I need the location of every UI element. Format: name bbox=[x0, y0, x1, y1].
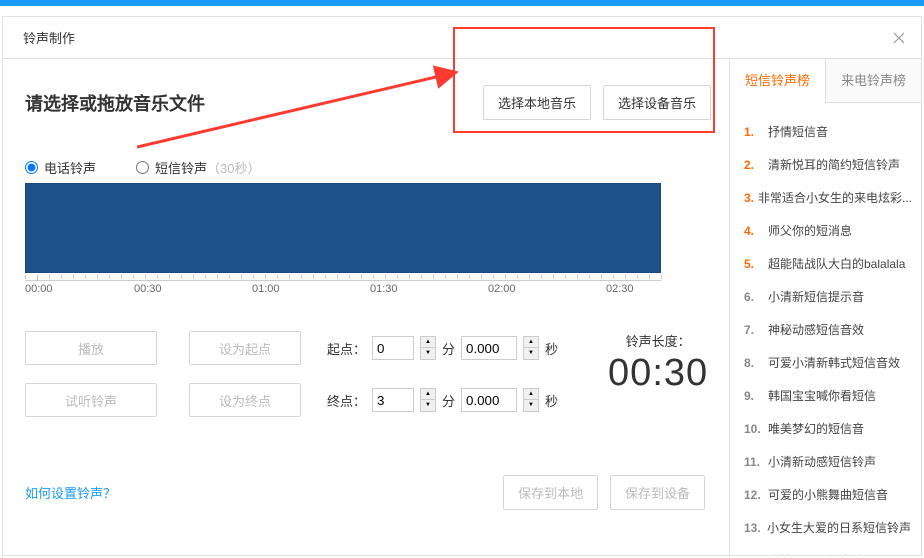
start-sec-stepper[interactable]: ▲▼ bbox=[523, 336, 539, 360]
rank-item-label: 小清新短信提示音 bbox=[768, 288, 864, 305]
rank-item[interactable]: 11. 小清新动感短信铃声 bbox=[744, 445, 911, 478]
set-start-button[interactable]: 设为起点 bbox=[189, 331, 301, 365]
waveform-area[interactable] bbox=[25, 183, 661, 273]
sms-ringtone-label: 短信铃声（30秒） bbox=[155, 158, 260, 177]
rank-number: 8. bbox=[744, 356, 764, 370]
rank-number: 4. bbox=[744, 224, 764, 238]
rank-item-label: 清新悦耳的简约短信铃声 bbox=[768, 156, 900, 173]
start-label: 起点： bbox=[327, 339, 366, 358]
ring-length-label: 铃声长度： bbox=[626, 331, 691, 350]
rank-item-label: 超能陆战队大白的balalala bbox=[768, 255, 905, 272]
ring-length-value: 00:30 bbox=[608, 352, 708, 395]
rank-number: 3. bbox=[744, 191, 754, 205]
tab-call-rank[interactable]: 来电铃声榜 bbox=[825, 59, 921, 103]
chevron-down-icon[interactable]: ▼ bbox=[524, 400, 538, 411]
chevron-down-icon[interactable]: ▼ bbox=[421, 348, 435, 359]
rank-number: 5. bbox=[744, 257, 764, 271]
rank-item-label: 可爱的小熊舞曲短信音 bbox=[768, 486, 888, 503]
rank-item-label: 神秘动感短信音效 bbox=[768, 321, 864, 338]
rank-number: 2. bbox=[744, 158, 764, 172]
rank-item[interactable]: 10. 唯美梦幻的短信音 bbox=[744, 412, 911, 445]
rank-item[interactable]: 1. 抒情短信音 bbox=[744, 115, 911, 148]
rank-number: 14. bbox=[744, 554, 764, 555]
chevron-up-icon[interactable]: ▲ bbox=[421, 389, 435, 400]
preview-button[interactable]: 试听铃声 bbox=[25, 383, 157, 417]
rank-item[interactable]: 6. 小清新短信提示音 bbox=[744, 280, 911, 313]
rank-item-label: 唯美梦幻的短信音 bbox=[768, 420, 864, 437]
rank-item-label: 小女生大爱的日系短信铃声 bbox=[767, 519, 911, 536]
rank-item[interactable]: 3. 非常适合小女生的来电炫彩... bbox=[744, 181, 911, 214]
chevron-up-icon[interactable]: ▲ bbox=[524, 389, 538, 400]
play-button[interactable]: 播放 bbox=[25, 331, 157, 365]
end-sec-stepper[interactable]: ▲▼ bbox=[523, 388, 539, 412]
rank-number: 7. bbox=[744, 323, 764, 337]
rank-item[interactable]: 4. 师父你的短消息 bbox=[744, 214, 911, 247]
time-ruler: 00:00 00:30 01:00 01:30 02:00 02:30 bbox=[25, 275, 661, 297]
start-min-stepper[interactable]: ▲▼ bbox=[420, 336, 436, 360]
rank-item[interactable]: 13. 小女生大爱的日系短信铃声 bbox=[744, 511, 911, 544]
phone-ringtone-label: 电话铃声 bbox=[44, 158, 96, 177]
rank-item-label: 韩国宝宝喊你看短信 bbox=[768, 387, 876, 404]
close-icon[interactable] bbox=[891, 30, 907, 46]
rank-item[interactable]: 12. 可爱的小熊舞曲短信音 bbox=[744, 478, 911, 511]
chevron-up-icon[interactable]: ▲ bbox=[421, 337, 435, 348]
sms-ringtone-radio-input[interactable] bbox=[136, 161, 149, 174]
chevron-up-icon[interactable]: ▲ bbox=[524, 337, 538, 348]
rank-item-label: 师父你的短消息 bbox=[768, 222, 852, 239]
rank-item[interactable]: 7. 神秘动感短信音效 bbox=[744, 313, 911, 346]
rank-item[interactable]: 14. 欢快钢琴短信音效 bbox=[744, 544, 911, 555]
rank-number: 1. bbox=[744, 125, 764, 139]
modal-title: 铃声制作 bbox=[17, 28, 75, 47]
select-device-music-button[interactable]: 选择设备音乐 bbox=[603, 85, 711, 120]
rank-item[interactable]: 9. 韩国宝宝喊你看短信 bbox=[744, 379, 911, 412]
chevron-down-icon[interactable]: ▼ bbox=[524, 348, 538, 359]
rank-number: 6. bbox=[744, 290, 764, 304]
rank-list: 1. 抒情短信音 2. 清新悦耳的简约短信铃声 3. 非常适合小女生的来电炫彩... 4. 师… bbox=[730, 103, 921, 555]
sms-ringtone-radio[interactable]: 短信铃声（30秒） bbox=[136, 158, 260, 177]
ringtone-maker-modal: 铃声制作 请选择或拖放音乐文件 选择本地音乐 选择设备音乐 bbox=[2, 16, 922, 556]
rank-number: 12. bbox=[744, 488, 764, 502]
select-local-music-button[interactable]: 选择本地音乐 bbox=[483, 85, 591, 120]
rank-number: 9. bbox=[744, 389, 764, 403]
start-min-input[interactable] bbox=[372, 336, 414, 360]
how-to-set-ringtone-link[interactable]: 如何设置铃声？ bbox=[25, 483, 116, 502]
rank-item[interactable]: 2. 清新悦耳的简约短信铃声 bbox=[744, 148, 911, 181]
rank-item-label: 非常适合小女生的来电炫彩... bbox=[758, 189, 911, 206]
chevron-down-icon[interactable]: ▼ bbox=[421, 400, 435, 411]
rank-item[interactable]: 5. 超能陆战队大白的balalala bbox=[744, 247, 911, 280]
set-end-button[interactable]: 设为终点 bbox=[189, 383, 301, 417]
end-label: 终点： bbox=[327, 391, 366, 410]
phone-ringtone-radio[interactable]: 电话铃声 bbox=[25, 158, 96, 177]
phone-ringtone-radio-input[interactable] bbox=[25, 161, 38, 174]
tab-sms-rank[interactable]: 短信铃声榜 bbox=[730, 59, 825, 103]
save-local-button[interactable]: 保存到本地 bbox=[503, 475, 598, 510]
end-sec-input[interactable] bbox=[461, 388, 517, 412]
rank-item-label: 小清新动感短信铃声 bbox=[768, 453, 876, 470]
rank-number: 11. bbox=[744, 455, 764, 469]
rank-item[interactable]: 8. 可爱小清新韩式短信音效 bbox=[744, 346, 911, 379]
rank-number: 13. bbox=[744, 521, 763, 535]
end-min-stepper[interactable]: ▲▼ bbox=[420, 388, 436, 412]
end-min-input[interactable] bbox=[372, 388, 414, 412]
rank-number: 10. bbox=[744, 422, 764, 436]
save-device-button[interactable]: 保存到设备 bbox=[610, 475, 705, 510]
rank-item-label: 可爱小清新韩式短信音效 bbox=[768, 354, 900, 371]
start-sec-input[interactable] bbox=[461, 336, 517, 360]
rank-item-label: 抒情短信音 bbox=[768, 123, 828, 140]
rank-item-label: 欢快钢琴短信音效 bbox=[768, 552, 864, 555]
file-drop-title: 请选择或拖放音乐文件 bbox=[25, 90, 205, 116]
